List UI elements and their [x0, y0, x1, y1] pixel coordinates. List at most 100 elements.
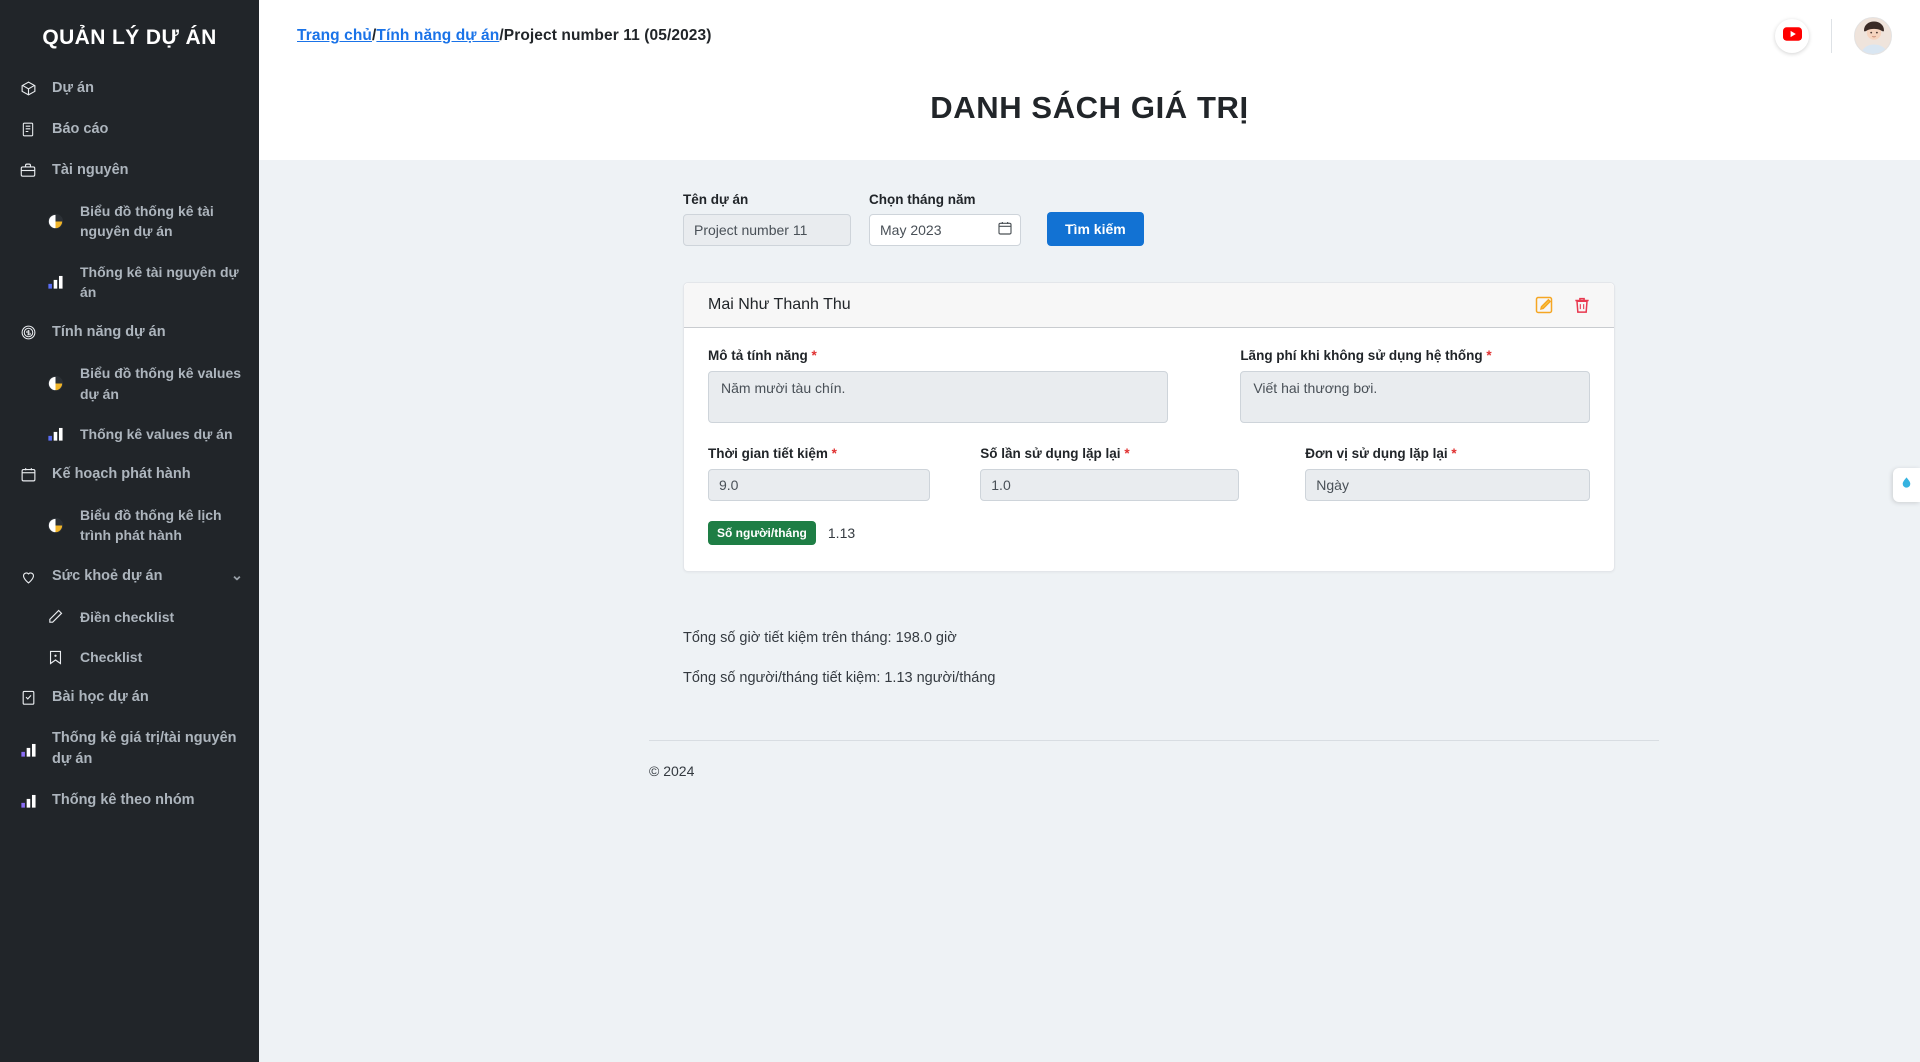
calendar-icon: [18, 466, 38, 483]
feature-desc-label-text: Mô tả tính năng: [708, 348, 808, 363]
top-bar-divider: [1831, 19, 1832, 53]
sidebar-item-label: Thống kê values dự án: [80, 425, 233, 442]
sidebar-item-bieu-do-thong-ke-values[interactable]: Biểu đồ thống kê values dự án: [0, 353, 259, 414]
repeat-count-input[interactable]: [980, 469, 1240, 501]
repeat-unit-label-text: Đơn vị sử dụng lặp lại: [1305, 446, 1448, 461]
main-area: Trang chủ/Tính năng dự án/Project number…: [259, 0, 1920, 1062]
top-bar: Trang chủ/Tính năng dự án/Project number…: [259, 0, 1920, 72]
coin-icon: [18, 324, 38, 341]
repeat-count-field: Số lần sử dụng lặp lại *: [980, 446, 1240, 501]
sidebar-item-label: Tài nguyên: [52, 162, 129, 179]
badge-row: Số người/tháng 1.13: [708, 521, 1590, 545]
sidebar-item-thong-ke-theo-nhom[interactable]: Thống kê theo nhóm: [0, 780, 259, 821]
box-icon: [18, 80, 38, 97]
waste-label-text: Lãng phí khi không sử dụng hệ thống: [1240, 348, 1483, 363]
edit-icon[interactable]: [1534, 295, 1554, 315]
waste-textarea[interactable]: [1240, 371, 1590, 423]
sidebar-item-label: Biểu đồ thống kê lịch trình phát hành: [80, 507, 222, 544]
required-marker: *: [1451, 446, 1457, 461]
breadcrumb-current: Project number 11 (05/2023): [503, 27, 712, 44]
required-marker: *: [1486, 348, 1492, 363]
feature-desc-field: Mô tả tính năng *: [708, 348, 1169, 428]
time-saved-input[interactable]: [708, 469, 931, 501]
sidebar-item-label: Biểu đồ thống kê tài nguyên dự án: [80, 203, 214, 240]
top-bar-right: [1775, 17, 1892, 55]
bar-chart-icon: [18, 791, 38, 810]
breadcrumb: Trang chủ/Tính năng dự án/Project number…: [297, 27, 712, 45]
sidebar-item-checklist[interactable]: Checklist: [0, 637, 259, 677]
sidebar-item-tai-nguyen[interactable]: Tài nguyên: [0, 150, 259, 191]
badge-value: 1.13: [827, 525, 856, 541]
project-name-input[interactable]: [683, 214, 851, 246]
sidebar-item-label: Báo cáo: [52, 121, 109, 138]
avatar[interactable]: [1854, 17, 1892, 55]
waste-field: Lãng phí khi không sử dụng hệ thống *: [1240, 348, 1590, 428]
sidebar: QUẢN LÝ DỰ ÁN Dự án Báo cáo Tài nguyên B…: [0, 0, 259, 1062]
trash-icon[interactable]: [1572, 295, 1592, 315]
sidebar-item-thong-ke-values[interactable]: Thống kê values dự án: [0, 414, 259, 454]
youtube-button[interactable]: [1775, 19, 1809, 53]
time-saved-label-text: Thời gian tiết kiệm: [708, 446, 828, 461]
repeat-unit-input[interactable]: [1305, 469, 1590, 501]
sidebar-item-thong-ke-gia-tri-tai-nguyen[interactable]: Thống kê giá trị/tài nguyên dự án: [0, 718, 259, 780]
bar-chart-icon: [44, 424, 66, 443]
time-saved-label: Thời gian tiết kiệm *: [708, 446, 930, 461]
app-root: QUẢN LÝ DỰ ÁN Dự án Báo cáo Tài nguyên B…: [0, 0, 1920, 1062]
droplet-icon: [1900, 475, 1913, 495]
sidebar-item-bieu-do-lich-trinh[interactable]: Biểu đồ thống kê lịch trình phát hành: [0, 495, 259, 556]
repeat-unit-field: Đơn vị sử dụng lặp lại *: [1305, 446, 1590, 501]
clipboard-check-icon: [18, 689, 38, 706]
sidebar-item-label: Thống kê giá trị/tài nguyên dự án: [52, 730, 237, 768]
chevron-down-icon[interactable]: ⌄: [231, 566, 243, 587]
required-marker: *: [1124, 446, 1130, 461]
project-name-label: Tên dự án: [683, 192, 749, 207]
pencil-icon: [44, 608, 66, 625]
feature-desc-label: Mô tả tính năng *: [708, 348, 1168, 363]
sidebar-item-ke-hoach-phat-hanh[interactable]: Kế hoạch phát hành: [0, 454, 259, 495]
month-picker-input[interactable]: [869, 214, 1021, 246]
bar-chart-icon: [44, 272, 66, 291]
time-saved-field: Thời gian tiết kiệm *: [708, 446, 931, 501]
sidebar-item-dien-checklist[interactable]: Điền checklist: [0, 597, 259, 637]
sidebar-item-label: Thống kê theo nhóm: [52, 792, 195, 809]
sidebar-item-label: Tính năng dự án: [52, 324, 166, 341]
repeat-count-label: Số lần sử dụng lặp lại *: [980, 446, 1239, 461]
value-card-body: Mô tả tính năng * Lãng phí khi không sử …: [684, 328, 1614, 571]
footer-copyright: © 2024: [649, 763, 695, 779]
sidebar-item-tinh-nang-du-an[interactable]: Tính năng dự án: [0, 312, 259, 353]
report-icon: [18, 121, 38, 138]
sidebar-item-label: Bài học dự án: [52, 689, 149, 706]
total-hours-text: Tổng số giờ tiết kiệm trên tháng: 198.0 …: [683, 630, 957, 646]
search-button[interactable]: Tìm kiếm: [1047, 212, 1144, 246]
sidebar-item-thong-ke-tai-nguyen[interactable]: Thống kê tài nguyên dự án: [0, 252, 259, 313]
feature-desc-textarea[interactable]: [708, 371, 1169, 423]
sidebar-item-bao-cao[interactable]: Báo cáo: [0, 109, 259, 150]
sidebar-item-suc-khoe-du-an[interactable]: Sức khoẻ dự án ⌄: [0, 556, 259, 597]
repeat-unit-label: Đơn vị sử dụng lặp lại *: [1305, 446, 1590, 461]
sidebar-item-bai-hoc-du-an[interactable]: Bài học dự án: [0, 677, 259, 718]
pie-chart-icon: [44, 374, 66, 393]
breadcrumb-section-link[interactable]: Tính năng dự án: [376, 27, 499, 44]
briefcase-icon: [18, 162, 38, 179]
total-people-text: Tổng số người/tháng tiết kiệm: 1.13 ngườ…: [683, 670, 996, 686]
filter-bar: Tên dự án Chọn tháng năm Tìm kiếm: [683, 160, 1920, 246]
card-owner-name: Mai Như Thanh Thu: [708, 296, 851, 313]
required-marker: *: [831, 446, 837, 461]
pie-chart-icon: [44, 516, 66, 535]
sidebar-item-du-an[interactable]: Dự án: [0, 68, 259, 109]
breadcrumb-home-link[interactable]: Trang chủ: [297, 27, 372, 44]
card-row-metrics: Thời gian tiết kiệm * Số lần sử dụng lặp…: [708, 446, 1590, 501]
month-picker-label: Chọn tháng năm: [869, 192, 976, 207]
sidebar-item-label: Điền checklist: [80, 608, 175, 625]
card-actions: [1534, 295, 1592, 315]
repeat-count-label-text: Số lần sử dụng lặp lại: [980, 446, 1121, 461]
waste-label: Lãng phí khi không sử dụng hệ thống *: [1240, 348, 1590, 363]
sidebar-item-label: Checklist: [80, 649, 143, 666]
footer-divider: [649, 740, 1659, 741]
project-name-field: Tên dự án: [683, 192, 851, 246]
sidebar-item-bieu-do-thong-ke-tai-nguyen[interactable]: Biểu đồ thống kê tài nguyên dự án: [0, 191, 259, 252]
feedback-tab-button[interactable]: [1893, 468, 1920, 502]
month-picker-field: Chọn tháng năm: [869, 192, 1021, 246]
youtube-icon: [1782, 26, 1802, 46]
sidebar-nav: Dự án Báo cáo Tài nguyên Biểu đồ thống k…: [0, 68, 259, 821]
